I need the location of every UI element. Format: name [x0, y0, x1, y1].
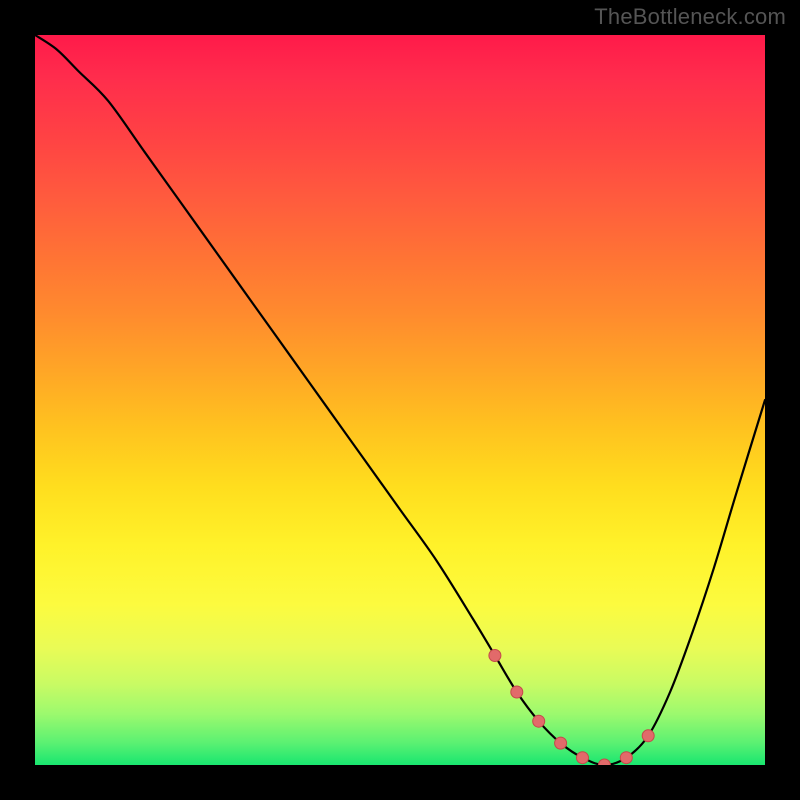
- trough-marker-group: [489, 650, 654, 766]
- bottleneck-curve-path: [35, 35, 765, 765]
- chart-frame: TheBottleneck.com: [0, 0, 800, 800]
- trough-marker: [577, 752, 589, 764]
- trough-marker: [598, 759, 610, 765]
- trough-marker: [620, 752, 632, 764]
- trough-marker: [489, 650, 501, 662]
- trough-marker: [533, 715, 545, 727]
- watermark-text: TheBottleneck.com: [594, 4, 786, 30]
- trough-marker: [511, 686, 523, 698]
- trough-marker: [555, 737, 567, 749]
- trough-marker: [642, 730, 654, 742]
- bottleneck-curve-svg: [35, 35, 765, 765]
